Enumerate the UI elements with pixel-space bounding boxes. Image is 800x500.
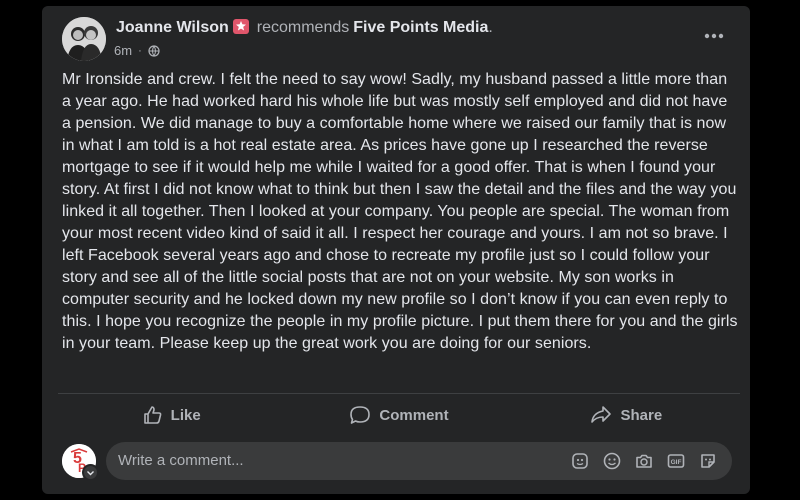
like-button[interactable]: Like — [58, 399, 285, 431]
commenter-avatar[interactable]: 5 P — [62, 444, 99, 481]
comment-bubble-icon — [350, 406, 371, 424]
share-button[interactable]: Share — [513, 399, 740, 431]
page-name[interactable]: Five Points Media — [353, 19, 488, 36]
comment-placeholder: Write a comment... — [118, 452, 244, 469]
author-avatar[interactable] — [62, 17, 106, 61]
actions-divider — [58, 393, 740, 394]
author-name[interactable]: Joanne Wilson — [116, 19, 229, 36]
emoji-icon[interactable] — [602, 451, 622, 471]
more-options-icon[interactable] — [704, 26, 724, 39]
svg-text:GIF: GIF — [671, 459, 682, 466]
avatar-switch-icon[interactable] — [82, 464, 99, 481]
comment-input[interactable]: Write a comment... GIF — [106, 442, 732, 480]
post-actions: Like Comment Share — [58, 399, 740, 431]
action-verb: recommends — [256, 19, 350, 36]
post-time[interactable]: 6m — [114, 43, 132, 59]
thumbs-up-icon — [143, 406, 162, 424]
comment-button[interactable]: Comment — [285, 399, 512, 431]
comment-tools: GIF — [570, 451, 718, 471]
post-body: Mr Ironside and crew. I felt the need to… — [62, 71, 738, 352]
share-label: Share — [620, 406, 663, 424]
like-label: Like — [170, 406, 201, 424]
globe-icon — [148, 45, 160, 57]
post-header: Joanne Wilson recommends Five Points Media… — [116, 18, 493, 38]
post-card: Joanne Wilson recommends Five Points Media… — [42, 6, 750, 494]
comment-label: Comment — [379, 406, 449, 424]
share-arrow-icon — [591, 406, 612, 423]
post-meta: 6m · — [114, 43, 160, 59]
top-fan-badge-icon — [232, 19, 249, 34]
meta-separator: · — [138, 45, 142, 57]
camera-icon[interactable] — [634, 451, 654, 471]
header-period: . — [488, 19, 493, 36]
sticker-icon[interactable] — [698, 451, 718, 471]
avatar-sticker-icon[interactable] — [570, 451, 590, 471]
gif-icon[interactable]: GIF — [666, 451, 686, 471]
